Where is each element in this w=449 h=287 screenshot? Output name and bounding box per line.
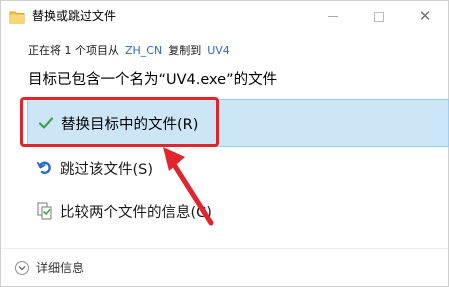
annotation-highlight-box [20, 97, 219, 147]
maximize-icon [374, 11, 384, 22]
compare-files-icon [35, 201, 55, 221]
destination-folder-link[interactable]: UV4 [207, 44, 230, 58]
footer-divider [1, 248, 448, 249]
details-label: 详细信息 [36, 261, 85, 275]
annotation-arrow-icon [163, 147, 214, 226]
source-folder-link[interactable]: ZH_CN [125, 44, 162, 58]
minimize-button[interactable] [310, 1, 356, 32]
folder-icon [9, 9, 25, 24]
minimize-icon [328, 16, 338, 17]
maximize-button[interactable] [356, 1, 402, 32]
copy-info-line: 正在将 1 个项目从 ZH_CN 复制到 UV4 [28, 44, 230, 58]
close-icon: ✕ [418, 7, 432, 25]
conflict-headline: 目标已包含一个名为“UV4.exe”的文件 [28, 72, 278, 88]
details-toggle[interactable]: 详细信息 [15, 259, 84, 276]
info-prefix: 正在将 1 个项目从 [28, 44, 119, 57]
replace-or-skip-dialog: 替换或跳过文件 ✕ 正在将 1 个项目从 ZH_CN 复制到 UV4 目标已包含… [0, 0, 449, 287]
skip-option-label: 跳过该文件(S) [60, 161, 154, 178]
skip-arrow-icon [35, 158, 55, 178]
chevron-down-icon [15, 260, 29, 275]
window-title: 替换或跳过文件 [32, 9, 117, 23]
title-bar[interactable]: 替换或跳过文件 ✕ [1, 1, 448, 32]
info-middle: 复制到 [168, 44, 202, 57]
close-button[interactable]: ✕ [402, 1, 448, 32]
